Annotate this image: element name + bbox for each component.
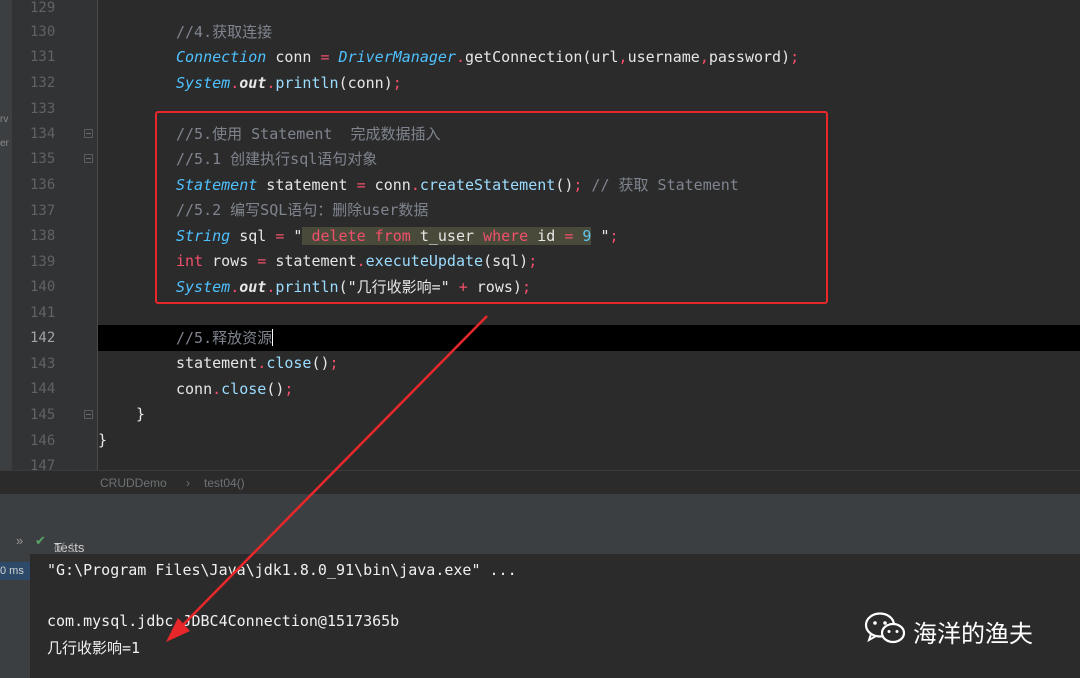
- code-line-131: Connection conn = DriverManager.getConne…: [176, 47, 799, 67]
- breadcrumb-separator: ›: [186, 476, 190, 490]
- code-args: (url: [582, 48, 619, 66]
- code-line-146: }: [98, 430, 107, 450]
- line-number: 136: [30, 177, 56, 193]
- line-number: 130: [30, 24, 56, 40]
- watermark: 海洋的渔夫: [863, 610, 1033, 650]
- fold-marker-icon[interactable]: [84, 410, 93, 419]
- fold-marker-icon[interactable]: [84, 129, 93, 138]
- code-dot: .: [455, 48, 465, 66]
- code-semicolon: ;: [392, 74, 402, 92]
- code-comma: ,: [699, 48, 709, 66]
- console-line-connection: com.mysql.jdbc.JDBC4Connection@1517365b: [47, 612, 400, 630]
- line-number-current: 142: [30, 330, 56, 346]
- code-type: System: [176, 74, 231, 92]
- line-number: 129: [30, 0, 56, 16]
- console-line-command: "G:\Program Files\Java\jdk1.8.0_91\bin\j…: [47, 561, 517, 579]
- console-line-result: 几行收影响=1: [47, 639, 141, 657]
- code-line-143: statement.close();: [176, 353, 339, 373]
- panel-divider: [0, 494, 1080, 526]
- line-number: 146: [30, 433, 56, 449]
- code-semicolon: ;: [790, 48, 800, 66]
- code-dot: .: [212, 380, 222, 398]
- code-dot: .: [257, 354, 267, 372]
- left-fragment-1: rv: [0, 114, 9, 125]
- line-number: 139: [30, 254, 56, 270]
- code-ref: conn: [176, 380, 213, 398]
- code-semicolon: ;: [284, 380, 294, 398]
- code-comment: //4.获取连接: [176, 23, 273, 41]
- code-args: (conn): [338, 74, 393, 92]
- line-number: 140: [30, 279, 56, 295]
- line-number: 145: [30, 407, 56, 423]
- run-time-badge[interactable]: 0 ms: [0, 562, 30, 580]
- code-args: (): [266, 380, 285, 398]
- code-type: Connection: [176, 48, 267, 66]
- code-var: conn: [266, 48, 321, 66]
- code-line-132: System.out.println(conn);: [176, 73, 402, 93]
- line-number: 134: [30, 126, 56, 142]
- breadcrumb-class[interactable]: CRUDDemo: [100, 476, 167, 490]
- code-dot: .: [266, 74, 276, 92]
- line-number: 143: [30, 356, 56, 372]
- code-comment: //5.释放资源: [176, 329, 273, 347]
- watermark-text: 海洋的渔夫: [913, 621, 1033, 648]
- wechat-icon: [864, 612, 906, 644]
- breadcrumb: CRUDDemo › test04(): [0, 470, 1080, 495]
- code-method: close: [266, 354, 312, 372]
- code-method: close: [221, 380, 267, 398]
- line-number: 138: [30, 228, 56, 244]
- run-tree-panel: 0 ms: [0, 554, 31, 678]
- highlight-box: [155, 111, 828, 304]
- code-field: out: [239, 74, 267, 92]
- line-number: 135: [30, 151, 56, 167]
- code-line-144: conn.close();: [176, 379, 293, 399]
- code-comma: ,: [618, 48, 628, 66]
- fold-marker-icon[interactable]: [84, 154, 93, 163]
- code-line-145: }: [136, 404, 145, 424]
- code-class: DriverManager: [329, 48, 456, 66]
- code-arg: password): [708, 48, 791, 66]
- code-args: (): [311, 354, 330, 372]
- line-number: 133: [30, 101, 56, 117]
- code-method: println: [275, 74, 339, 92]
- line-number: 131: [30, 49, 56, 65]
- check-icon: ✔: [35, 533, 46, 548]
- test-status-bar: » ✔ Tests passed: 1 of 1 test – 240 ms: [0, 526, 1080, 615]
- left-fragment-2: er: [0, 138, 9, 149]
- code-ref: statement: [176, 354, 258, 372]
- line-number-gutter: 129 130 131 132 133 134 135 136 137 138 …: [12, 0, 98, 474]
- code-brace: }: [136, 405, 146, 423]
- breadcrumb-method[interactable]: test04(): [204, 476, 245, 490]
- code-method: getConnection: [465, 48, 583, 66]
- line-number: 137: [30, 203, 56, 219]
- code-brace: }: [98, 431, 108, 449]
- line-number: 141: [30, 305, 56, 321]
- code-line-142: //5.释放资源: [176, 328, 274, 348]
- code-semicolon: ;: [329, 354, 339, 372]
- code-arg: username: [627, 48, 700, 66]
- expand-chevron-icon[interactable]: »: [16, 533, 23, 548]
- text-caret: [272, 329, 274, 346]
- code-dot: .: [230, 74, 240, 92]
- code-op: =: [320, 48, 330, 66]
- code-line-130: //4.获取连接: [176, 22, 272, 42]
- line-number: 132: [30, 75, 56, 91]
- line-number: 144: [30, 381, 56, 397]
